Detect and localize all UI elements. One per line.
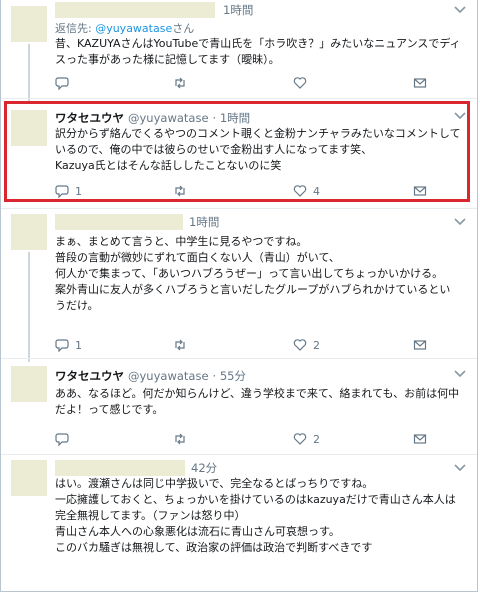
- tweet-time[interactable]: 42分: [191, 461, 217, 475]
- reply-icon: [55, 77, 69, 90]
- heart-icon: [293, 185, 307, 197]
- author-name-redacted[interactable]: [55, 214, 183, 230]
- like-button[interactable]: [293, 76, 313, 90]
- tweet-header: 42分: [187, 460, 217, 476]
- tweet-text: まぁ、まとめて言うと、中学生に見るやつですね。 普段の言動が微妙にずれて面白くな…: [55, 235, 451, 312]
- author-handle[interactable]: @yuyawatase: [128, 111, 209, 125]
- tweet[interactable]: 1時間 まぁ、まとめて言うと、中学生に見るやつですね。 普段の言動が微妙にずれて…: [1, 208, 477, 359]
- tweet[interactable]: 42分 はい。渡瀬さんは同じ中学扱いで、完全なるとばっちりですね。 一応擁護して…: [1, 454, 477, 591]
- tweet-header: 1時間: [185, 214, 219, 230]
- avatar[interactable]: [11, 110, 47, 146]
- retweet-button[interactable]: [173, 76, 193, 90]
- tweet[interactable]: 1時間 返信先: @yuyawataseさん 昔、KAZUYAさんはYouTub…: [1, 0, 477, 99]
- author-name-redacted[interactable]: [55, 460, 185, 476]
- tweet-time[interactable]: 1時間: [223, 3, 253, 17]
- tweet-time[interactable]: · 1時間: [213, 111, 251, 125]
- tweet-text: 昔、KAZUYAさんはYouTubeで青山氏を「ホラ吹き？」みたいなニュアンスで…: [55, 37, 461, 66]
- envelope-icon: [413, 78, 427, 88]
- like-count: 4: [313, 184, 320, 198]
- tweet-text: はい。渡瀬さんは同じ中学扱いで、完全なるとばっちりですね。 一応擁護しておくと、…: [55, 477, 456, 554]
- reply-to: 返信先: @yuyawataseさん: [55, 20, 194, 36]
- tweet-actions: 1 4: [55, 184, 435, 198]
- message-button[interactable]: [413, 338, 427, 352]
- tweet-time-value: 1時間: [219, 111, 251, 125]
- author-handle[interactable]: @yuyawatase: [128, 369, 209, 383]
- tweet-actions: 1 2: [55, 338, 435, 352]
- tweet-actions: 2: [55, 432, 435, 446]
- like-button[interactable]: 2: [293, 432, 320, 446]
- message-button[interactable]: [413, 76, 427, 90]
- reply-icon: [55, 185, 69, 198]
- tweet[interactable]: ワタセユウヤ @yuyawatase · 1時間 訳分からず絡んでくるやつのコメント…: [1, 98, 477, 209]
- chevron-down-icon[interactable]: [453, 462, 467, 474]
- tweet-time[interactable]: 1時間: [189, 215, 219, 229]
- like-count: 2: [313, 338, 320, 352]
- avatar[interactable]: [11, 366, 47, 402]
- retweet-icon: [175, 339, 185, 351]
- retweet-button[interactable]: [173, 432, 193, 446]
- author-name[interactable]: ワタセユウヤ: [55, 369, 124, 383]
- tweet-header: ワタセユウヤ @yuyawatase · 1時間: [55, 110, 250, 126]
- tweet-text: ああ、なるほど。何だか知らんけど、違う学校まで来て、絡まれても、お前は何中だよ！…: [55, 387, 460, 416]
- retweet-icon: [175, 433, 185, 445]
- tweet[interactable]: ワタセユウヤ @yuyawatase · 55分 ああ、なるほど。何だか知らんけど、…: [1, 358, 477, 455]
- tweet-header: ワタセユウヤ @yuyawatase · 55分: [55, 368, 246, 384]
- chevron-down-icon[interactable]: [453, 216, 467, 228]
- reply-to-handle[interactable]: @yuyawatase: [95, 22, 172, 35]
- reply-count: 1: [75, 184, 82, 198]
- author-name-redacted[interactable]: [55, 2, 215, 18]
- reply-icon: [55, 433, 69, 446]
- message-button[interactable]: [413, 184, 427, 198]
- reply-icon: [55, 339, 69, 352]
- tweet-header: 1時間: [219, 2, 253, 18]
- reply-button[interactable]: 1: [55, 338, 82, 352]
- chevron-down-icon[interactable]: [453, 368, 467, 380]
- author-name[interactable]: ワタセユウヤ: [55, 111, 124, 125]
- retweet-icon: [175, 185, 185, 197]
- tweet-text: 訳分からず絡んでくるやつのコメント覗くと金粉ナンチャラみたいなコメントしているの…: [55, 127, 461, 172]
- heart-icon: [293, 339, 307, 351]
- reply-to-suffix: さん: [172, 22, 195, 35]
- envelope-icon: [413, 340, 427, 350]
- avatar[interactable]: [11, 460, 47, 496]
- reply-to-prefix: 返信先:: [55, 22, 96, 35]
- retweet-icon: [175, 77, 185, 89]
- retweet-button[interactable]: [173, 338, 193, 352]
- envelope-icon: [413, 186, 427, 196]
- message-button[interactable]: [413, 432, 427, 446]
- reply-count: 1: [75, 338, 82, 352]
- tweet-actions: [55, 76, 435, 90]
- heart-icon: [293, 77, 307, 89]
- avatar[interactable]: [11, 214, 47, 250]
- tweet-time[interactable]: · 55分: [213, 369, 246, 383]
- chevron-down-icon[interactable]: [453, 4, 467, 16]
- tweet-time-value: 55分: [219, 369, 246, 383]
- retweet-button[interactable]: [173, 184, 193, 198]
- avatar[interactable]: [11, 6, 47, 42]
- reply-button[interactable]: [55, 76, 75, 90]
- heart-icon: [293, 433, 307, 445]
- like-button[interactable]: 2: [293, 338, 320, 352]
- reply-button[interactable]: 1: [55, 184, 82, 198]
- reply-button[interactable]: [55, 432, 75, 446]
- tweet-thread: 1時間 返信先: @yuyawataseさん 昔、KAZUYAさんはYouTub…: [0, 0, 478, 592]
- envelope-icon: [413, 434, 427, 444]
- like-button[interactable]: 4: [293, 184, 320, 198]
- like-count: 2: [313, 432, 320, 446]
- chevron-down-icon[interactable]: [453, 110, 467, 122]
